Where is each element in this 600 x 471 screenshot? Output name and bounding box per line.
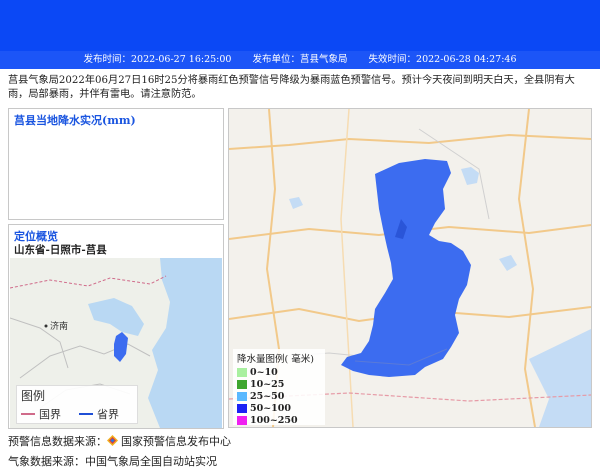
- overview-map[interactable]: 济南 图例 国界 省界: [10, 258, 222, 428]
- top-banner: [0, 0, 600, 51]
- warning-source-line: 预警信息数据来源： 国家预警信息发布中心: [8, 433, 231, 449]
- map-label-jinan: 济南: [50, 320, 68, 331]
- swatch-0-10: [237, 367, 247, 377]
- location-panel: 定位概览 山东省-日照市-莒县 济南 图例 国界 省界: [8, 224, 224, 429]
- rainfall-legend-item: 50~100: [237, 402, 325, 414]
- location-region: 山东省-日照市-莒县: [14, 244, 107, 256]
- legend-item-national-border: 国界: [21, 406, 61, 422]
- rainfall-legend-item: 10~25: [237, 378, 325, 390]
- warning-description: 莒县气象局2022年06月27日16时25分将暴雨红色预警信号降级为暴雨蓝色预警…: [8, 75, 575, 100]
- expire-time: 失效时间：2022-06-28 04:27:46: [368, 54, 517, 65]
- rainfall-legend-item: 100~250: [237, 414, 325, 426]
- national-border-line-icon: [21, 413, 35, 415]
- swatch-100-250: [237, 415, 247, 425]
- overview-legend-title: 图例: [21, 389, 46, 403]
- province-border-line-icon: [79, 413, 93, 415]
- rainfall-legend: 降水量图例( 毫米) 0~10 10~25 25~50 50~100 100~2…: [233, 349, 325, 426]
- swatch-25-50: [237, 391, 247, 401]
- warning-source-label: 预警信息数据来源：: [8, 435, 107, 448]
- info-bar: 发布时间：2022-06-27 16:25:00 发布单位：莒县气象局 失效时间…: [0, 51, 600, 69]
- rainfall-legend-item: 0~10: [237, 366, 325, 378]
- rainfall-panel-title: 莒县当地降水实况(mm): [14, 114, 136, 127]
- warning-source-link[interactable]: 国家预警信息发布中心: [121, 435, 231, 448]
- publisher: 发布单位：莒县气象局: [252, 54, 348, 65]
- warning-center-logo-icon: [107, 435, 118, 446]
- swatch-50-100: [237, 403, 247, 413]
- overview-legend: 图例 国界 省界: [16, 385, 138, 424]
- rainfall-legend-title: 降水量图例( 毫米): [237, 354, 314, 365]
- weather-source-line: 气象数据来源：中国气象局全国自动站实况: [8, 455, 217, 468]
- publish-time: 发布时间：2022-06-27 16:25:00: [83, 54, 232, 65]
- rainfall-panel: 莒县当地降水实况(mm): [8, 108, 224, 220]
- swatch-10-25: [237, 379, 247, 389]
- legend-item-province-border: 省界: [79, 406, 119, 422]
- rainfall-legend-item: 25~50: [237, 390, 325, 402]
- warning-area-map[interactable]: 降水量图例( 毫米) 0~10 10~25 25~50 50~100 100~2…: [228, 108, 592, 428]
